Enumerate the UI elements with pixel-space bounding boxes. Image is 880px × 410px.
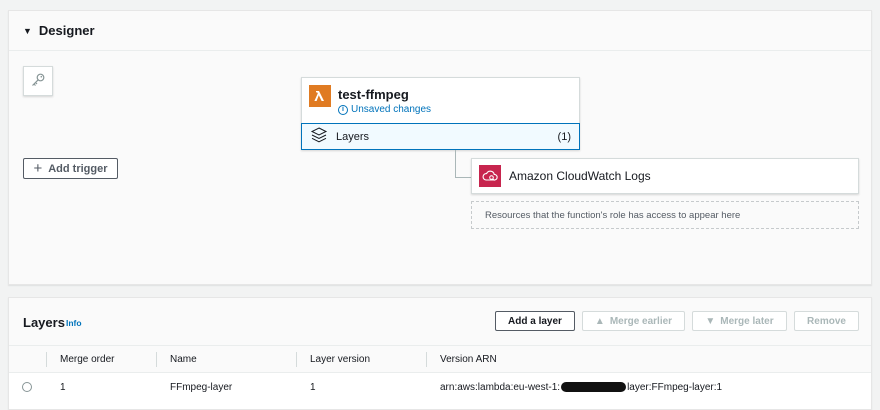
merge-order-cell: 1 xyxy=(60,381,66,393)
unsaved-status-text: Unsaved changes xyxy=(351,104,432,115)
redacted-account-id xyxy=(561,382,627,392)
layers-panel: Layers Info Add a layer ▲ Merge earlier … xyxy=(8,297,872,410)
merge-earlier-label: Merge earlier xyxy=(609,315,673,327)
add-trigger-label: Add trigger xyxy=(48,162,108,175)
layer-version-cell: 1 xyxy=(310,381,316,393)
remove-label: Remove xyxy=(807,315,846,327)
designer-title: Designer xyxy=(38,23,95,38)
cloudwatch-logs-card[interactable]: Amazon CloudWatch Logs xyxy=(471,158,859,194)
merge-earlier-button[interactable]: ▲ Merge earlier xyxy=(582,311,685,331)
layers-row-label: Layers xyxy=(336,130,370,143)
table-header: Merge order Name Layer version Version A… xyxy=(9,346,871,373)
row-select-cell xyxy=(22,374,32,400)
cloudwatch-logs-label: Amazon CloudWatch Logs xyxy=(509,169,651,183)
column-divider xyxy=(296,352,297,367)
column-divider xyxy=(426,352,427,367)
merge-later-button[interactable]: ▼ Merge later xyxy=(692,311,787,331)
function-card[interactable]: test-ffmpeg i Unsaved changes Layers (1) xyxy=(301,77,580,150)
caret-down-icon: ▼ xyxy=(23,25,32,36)
triangle-up-icon: ▲ xyxy=(594,315,605,327)
connector-line xyxy=(455,150,456,178)
column-header-version-arn[interactable]: Version ARN xyxy=(440,346,497,372)
column-divider xyxy=(46,352,47,367)
layers-icon xyxy=(310,127,328,146)
connector-line xyxy=(455,177,471,178)
column-header-name[interactable]: Name xyxy=(170,346,197,372)
info-icon: i xyxy=(338,104,348,115)
row-radio[interactable] xyxy=(22,382,32,392)
layers-panel-title: Layers xyxy=(23,315,65,330)
add-layer-button[interactable]: Add a layer xyxy=(495,311,575,331)
merge-later-label: Merge later xyxy=(720,315,774,327)
layers-count: (1) xyxy=(557,130,571,143)
resources-placeholder: Resources that the function's role has a… xyxy=(471,201,859,229)
plus-icon: + xyxy=(33,160,43,177)
add-trigger-button[interactable]: + Add trigger xyxy=(23,158,118,179)
column-header-merge-order[interactable]: Merge order xyxy=(60,346,114,372)
layers-panel-header: Layers Info Add a layer ▲ Merge earlier … xyxy=(9,298,871,346)
lambda-icon xyxy=(309,85,331,107)
layer-name-cell: FFmpeg-layer xyxy=(170,381,233,393)
version-arn-cell: arn:aws:lambda:eu-west-1: layer:FFmpeg-l… xyxy=(440,374,722,400)
column-divider xyxy=(156,352,157,367)
column-header-layer-version[interactable]: Layer version xyxy=(310,346,370,372)
function-layers-row[interactable]: Layers (1) xyxy=(301,123,580,150)
key-icon xyxy=(30,72,46,91)
designer-panel: ▼ Designer + Add trigger test-ffmpeg i U… xyxy=(8,10,872,285)
add-layer-label: Add a layer xyxy=(508,315,562,327)
unsaved-status: i Unsaved changes xyxy=(338,104,431,115)
resources-hint-text: Resources that the function's role has a… xyxy=(485,209,741,221)
designer-header[interactable]: ▼ Designer xyxy=(9,11,871,51)
permissions-key-button[interactable] xyxy=(23,66,53,96)
arn-suffix: layer:FFmpeg-layer:1 xyxy=(627,381,723,393)
function-name: test-ffmpeg xyxy=(338,87,409,102)
table-row[interactable]: 1 FFmpeg-layer 1 arn:aws:lambda:eu-west-… xyxy=(9,374,871,400)
arn-prefix: arn:aws:lambda:eu-west-1: xyxy=(440,381,561,393)
info-link[interactable]: Info xyxy=(66,318,82,328)
remove-button[interactable]: Remove xyxy=(794,311,859,331)
cloudwatch-icon xyxy=(479,165,501,187)
triangle-down-icon: ▼ xyxy=(705,315,716,327)
